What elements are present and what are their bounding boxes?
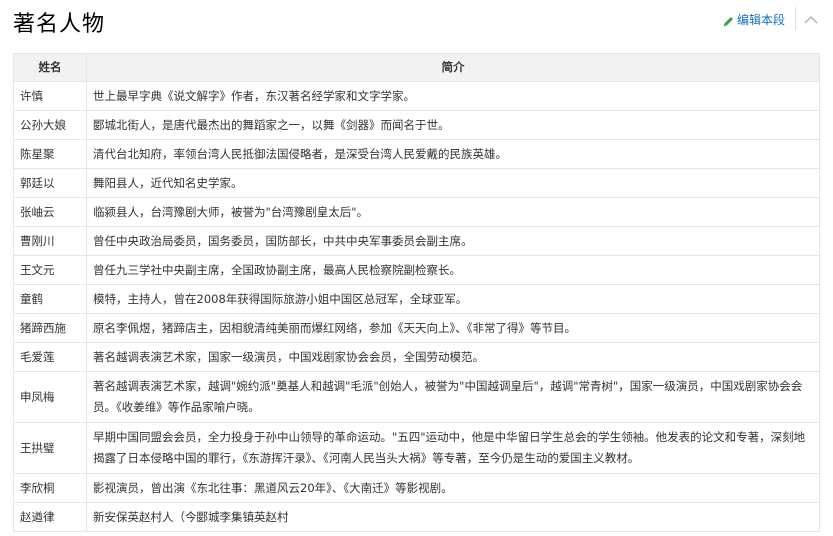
person-desc: 著名越调表演艺术家，国家一级演员，中国戏剧家协会会员，全国劳动模范。: [86, 342, 820, 372]
table-row: 赵遒律 新安保英赵村人（今郾城李集镇英赵村: [13, 502, 820, 532]
header-name: 姓名: [13, 53, 87, 82]
person-name: 许慎: [13, 81, 87, 111]
table-header-row: 姓名 简介: [13, 53, 820, 82]
person-desc: 模特，主持人，曾在2008年获得国际旅游小姐中国区总冠军，全球亚军。: [86, 284, 820, 314]
person-desc: 曾任中央政治局委员，国务委员，国防部长，中共中央军事委员会副主席。: [86, 226, 820, 256]
person-name: 陈星聚: [13, 139, 87, 169]
table-row: 郭廷以 舞阳县人，近代知名史学家。: [13, 168, 820, 198]
person-desc: 清代台北知府，率领台湾人民抵御法国侵略者，是深受台湾人民爱戴的民族英雄。: [86, 139, 820, 169]
collapse-section-button[interactable]: [798, 6, 824, 30]
table-row: 申凤梅 著名越调表演艺术家，越调"婉约派"奠基人和越调"毛派"创始人，被誉为"中…: [13, 371, 820, 423]
person-desc: 郾城北街人，是唐代最杰出的舞蹈家之一，以舞《剑器》而闻名于世。: [86, 110, 820, 140]
people-table: 姓名 简介 许慎 世上最早字典《说文解字》作者，东汉著名经学家和文字学家。 公孙…: [13, 53, 820, 532]
person-desc: 新安保英赵村人（今郾城李集镇英赵村: [86, 502, 820, 532]
person-desc: 临颍县人，台湾豫剧大师，被誉为"台湾豫剧皇太后"。: [86, 197, 820, 227]
table-row: 李欣桐 影视演员，曾出演《东北往事：黑道风云20年》、《大南迁》等影视剧。: [13, 473, 820, 503]
person-desc: 原名李佩煜，猪蹄店主，因相貌清纯美丽而爆红网络，参加《天天向上》、《非常了得》等…: [86, 313, 820, 343]
person-name: 童鹤: [13, 284, 87, 314]
person-name: 曹刚川: [13, 226, 87, 256]
person-desc: 早期中国同盟会会员，全力投身于孙中山领导的革命运动。"五四"运动中，他是中华留日…: [86, 422, 820, 474]
toolbar-divider: [795, 7, 796, 30]
table-row: 猪蹄西施 原名李佩煜，猪蹄店主，因相貌清纯美丽而爆红网络，参加《天天向上》、《非…: [13, 313, 820, 343]
table-row: 张岫云 临颍县人，台湾豫剧大师，被誉为"台湾豫剧皇太后"。: [13, 197, 820, 227]
table-row: 王文元 曾任九三学社中央副主席，全国政协副主席，最高人民检察院副检察长。: [13, 255, 820, 285]
person-desc: 影视演员，曾出演《东北往事：黑道风云20年》、《大南迁》等影视剧。: [86, 473, 820, 503]
person-name: 王文元: [13, 255, 87, 285]
person-name: 王拱璧: [13, 422, 87, 474]
person-name: 李欣桐: [13, 473, 87, 503]
table-row: 童鹤 模特，主持人，曾在2008年获得国际旅游小姐中国区总冠军，全球亚军。: [13, 284, 820, 314]
person-name: 赵遒律: [13, 502, 87, 532]
person-desc: 世上最早字典《说文解字》作者，东汉著名经学家和文字学家。: [86, 81, 820, 111]
pencil-icon: [722, 13, 735, 27]
header-desc: 简介: [86, 53, 820, 82]
section-title: 著名人物: [13, 12, 106, 37]
table-row: 许慎 世上最早字典《说文解字》作者，东汉著名经学家和文字学家。: [13, 81, 820, 111]
edit-section-label: 编辑本段: [737, 12, 786, 27]
table-row: 毛爱莲 著名越调表演艺术家，国家一级演员，中国戏剧家协会会员，全国劳动模范。: [13, 342, 820, 372]
person-name: 公孙大娘: [13, 110, 87, 140]
chevron-up-icon: [804, 9, 818, 28]
person-name: 猪蹄西施: [13, 313, 87, 343]
person-desc: 曾任九三学社中央副主席，全国政协副主席，最高人民检察院副检察长。: [86, 255, 820, 285]
person-desc: 舞阳县人，近代知名史学家。: [86, 168, 820, 198]
person-name: 申凤梅: [13, 371, 87, 423]
table-row: 曹刚川 曾任中央政治局委员，国务委员，国防部长，中共中央军事委员会副主席。: [13, 226, 820, 256]
table-row: 王拱璧 早期中国同盟会会员，全力投身于孙中山领导的革命运动。"五四"运动中，他是…: [13, 422, 820, 474]
edit-section-button[interactable]: 编辑本段: [722, 10, 785, 28]
person-name: 毛爱莲: [13, 342, 87, 372]
table-row: 陈星聚 清代台北知府，率领台湾人民抵御法国侵略者，是深受台湾人民爱戴的民族英雄。: [13, 139, 820, 169]
person-desc: 著名越调表演艺术家，越调"婉约派"奠基人和越调"毛派"创始人，被誉为"中国越调皇…: [86, 371, 820, 423]
table-row: 公孙大娘 郾城北街人，是唐代最杰出的舞蹈家之一，以舞《剑器》而闻名于世。: [13, 110, 820, 140]
person-name: 张岫云: [13, 197, 87, 227]
person-name: 郭廷以: [13, 168, 87, 198]
